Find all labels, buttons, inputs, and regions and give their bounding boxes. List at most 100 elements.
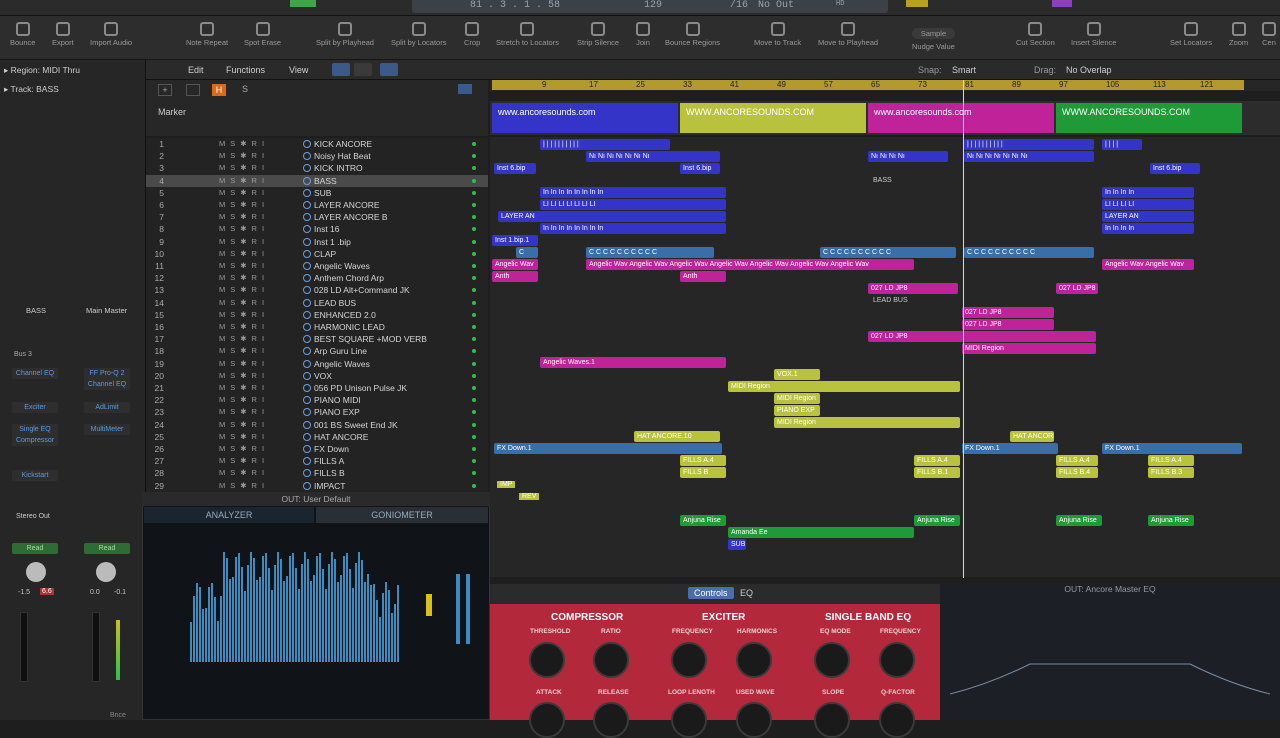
track-controls[interactable]: MS✱RI bbox=[219, 480, 269, 492]
edit-menu[interactable]: Edit bbox=[188, 65, 204, 75]
track-name[interactable]: Inst 16 bbox=[314, 223, 340, 235]
region-impact-row[interactable]: IMP bbox=[494, 479, 1214, 490]
add-track-button[interactable]: + bbox=[158, 84, 172, 96]
track-row[interactable]: 8 MS✱RI Inst 16 bbox=[146, 223, 488, 235]
track-controls[interactable]: MS✱RI bbox=[219, 455, 269, 467]
marker-4[interactable]: WWW.ANCORESOUNDS.COM bbox=[1056, 103, 1242, 133]
track-controls[interactable]: MS✱RI bbox=[219, 150, 269, 162]
stereo-out[interactable]: Stereo Out bbox=[16, 513, 50, 520]
pointer-tool-icon[interactable] bbox=[332, 63, 350, 76]
track-controls[interactable]: MS✱RI bbox=[219, 443, 269, 455]
track-name[interactable]: FILLS B bbox=[314, 467, 345, 479]
track-controls[interactable]: MS✱RI bbox=[219, 419, 269, 431]
track-name[interactable]: VOX bbox=[314, 370, 332, 382]
region-ld-2[interactable]: 027 LD JP8 bbox=[1056, 283, 1098, 294]
region-clap-2[interactable]: C C C C C C C C C C bbox=[820, 247, 956, 258]
track-name[interactable]: Noisy Hat Beat bbox=[314, 150, 371, 162]
track-row[interactable]: 25 MS✱RI HAT ANCORE bbox=[146, 431, 488, 443]
region-header[interactable]: ▸ Region: MIDI Thru bbox=[4, 65, 80, 76]
region-fillsb-4[interactable]: FILLS B.3 bbox=[1148, 467, 1194, 478]
lcd-display[interactable]: 81 . 3 . 1 . 58 129 /16 No Out HD bbox=[412, 0, 888, 13]
region-fills[interactable]: FILLS A.4 bbox=[680, 455, 726, 466]
region-layer[interactable]: LI LI LI LI LI LI LI bbox=[540, 199, 726, 210]
region-bass[interactable]: BASS bbox=[870, 175, 930, 186]
region-sub-2[interactable]: In In In In bbox=[1102, 187, 1194, 198]
play-button[interactable] bbox=[290, 0, 316, 7]
track-controls[interactable]: MS✱RI bbox=[219, 248, 269, 260]
track-name[interactable]: Inst 1 .bip bbox=[314, 236, 351, 248]
track-name[interactable]: 056 PD Unison Pulse JK bbox=[314, 382, 407, 394]
track-row[interactable]: 22 MS✱RI PIANO MIDI bbox=[146, 394, 488, 406]
region-angelic-2[interactable]: Angelic Wav Angelic Wav Angelic Wav Ange… bbox=[586, 259, 914, 270]
track-name[interactable]: 028 LD Alt+Command JK bbox=[314, 284, 410, 296]
crop-button[interactable]: Crop bbox=[464, 22, 480, 47]
region-inst16-2[interactable]: In In In In bbox=[1102, 223, 1194, 234]
strip-silence-button[interactable]: Strip Silence bbox=[577, 22, 619, 47]
track-controls[interactable]: MS✱RI bbox=[219, 162, 269, 174]
track-row[interactable]: 3 MS✱RI KICK INTRO bbox=[146, 162, 488, 174]
region-anjuna[interactable]: Anjuna Rise bbox=[680, 515, 726, 526]
marker-2[interactable]: WWW.ANCORESOUNDS.COM bbox=[680, 103, 866, 133]
region-fillsb[interactable]: FILLS B bbox=[680, 467, 726, 478]
track-controls[interactable]: MS✱RI bbox=[219, 260, 269, 272]
track-controls[interactable]: MS✱RI bbox=[219, 406, 269, 418]
track-row[interactable]: 26 MS✱RI FX Down bbox=[146, 443, 488, 455]
track-row[interactable]: 12 MS✱RI Anthem Chord Arp bbox=[146, 272, 488, 284]
region-hat-3[interactable]: Nı Nı Nı Nı Nı Nı Nı bbox=[964, 151, 1094, 162]
solo-header-button[interactable]: S bbox=[242, 84, 248, 94]
plugin-channel-eq[interactable]: Channel EQ bbox=[12, 368, 58, 379]
region-kick-2[interactable]: | | | | | | | | | | bbox=[964, 139, 1094, 150]
center-button[interactable]: Cen bbox=[1262, 22, 1276, 47]
track-name[interactable]: Arp Guru Line bbox=[314, 345, 367, 357]
bounce-label[interactable]: Bnce bbox=[110, 712, 126, 719]
region-anthem-2[interactable]: Anth bbox=[680, 271, 726, 282]
stretch-locators-button[interactable]: Stretch to Locators bbox=[496, 22, 559, 47]
join-button[interactable]: Join bbox=[636, 22, 650, 47]
track-row[interactable]: 29 MS✱RI IMPACT bbox=[146, 480, 488, 492]
track-name[interactable]: KICK ANCORE bbox=[314, 138, 372, 150]
release-knob[interactable] bbox=[593, 702, 629, 738]
bus-send[interactable]: Bus 3 bbox=[14, 351, 32, 358]
purple-indicator[interactable] bbox=[1052, 0, 1072, 7]
region-sub-small[interactable]: SUB bbox=[728, 539, 746, 550]
track-controls[interactable]: MS✱RI bbox=[219, 431, 269, 443]
track-row[interactable]: 14 MS✱RI LEAD BUS bbox=[146, 297, 488, 309]
region-inst6-2[interactable]: Inst 6.bip bbox=[680, 163, 720, 174]
tab-analyzer[interactable]: ANALYZER bbox=[144, 507, 314, 523]
zoom-button[interactable]: Zoom bbox=[1229, 22, 1248, 47]
region-ld-3[interactable]: 027 LD JP8 bbox=[962, 307, 1054, 318]
move-to-playhead-button[interactable]: Move to Playhead bbox=[818, 22, 878, 47]
track-row[interactable]: 20 MS✱RI VOX bbox=[146, 370, 488, 382]
region-fills-2[interactable]: FILLS A.4 bbox=[914, 455, 960, 466]
cut-section-button[interactable]: Cut Section bbox=[1016, 22, 1055, 47]
track-row[interactable]: 11 MS✱RI Angelic Waves bbox=[146, 260, 488, 272]
region-hat-2[interactable]: Nı Nı Nı Nı bbox=[868, 151, 948, 162]
volume-fader-1[interactable] bbox=[20, 612, 28, 682]
track-row[interactable]: 13 MS✱RI 028 LD Alt+Command JK bbox=[146, 284, 488, 296]
track-name[interactable]: LAYER ANCORE bbox=[314, 199, 380, 211]
track-controls[interactable]: MS✱RI bbox=[219, 370, 269, 382]
track-name[interactable]: LEAD BUS bbox=[314, 297, 356, 309]
track-name[interactable]: CLAP bbox=[314, 248, 336, 260]
track-row[interactable]: 19 MS✱RI Angelic Waves bbox=[146, 358, 488, 370]
track-row[interactable]: 2 MS✱RI Noisy Hat Beat bbox=[146, 150, 488, 162]
track-name[interactable]: ENHANCED 2.0 bbox=[314, 309, 376, 321]
plugin-multimeter[interactable]: MultiMeter bbox=[84, 424, 130, 435]
region-fillsb-3[interactable]: FILLS B.4 bbox=[1056, 467, 1098, 478]
attack-knob[interactable] bbox=[529, 702, 565, 738]
region-leadbus[interactable]: LEAD BUS bbox=[870, 295, 930, 306]
region-clap-a[interactable]: C bbox=[516, 247, 538, 258]
track-row[interactable]: 28 MS✱RI FILLS B bbox=[146, 467, 488, 479]
region-vox[interactable]: VOX.1 bbox=[774, 369, 820, 380]
track-row[interactable]: 21 MS✱RI 056 PD Unison Pulse JK bbox=[146, 382, 488, 394]
region-layerb[interactable]: LAYER AN bbox=[498, 211, 726, 222]
track-controls[interactable]: MS✱RI bbox=[219, 187, 269, 199]
region-midi-yellow-3[interactable]: MIDI Region bbox=[774, 417, 960, 428]
automation-read-1[interactable]: Read bbox=[12, 543, 58, 554]
track-row[interactable]: 24 MS✱RI 001 BS Sweet End JK bbox=[146, 419, 488, 431]
hide-button[interactable]: H bbox=[212, 84, 226, 96]
insert-silence-button[interactable]: Insert Silence bbox=[1071, 22, 1116, 47]
plugin-ffpro[interactable]: FF Pro-Q 2 Channel EQ bbox=[84, 368, 130, 390]
bounce-button[interactable]: Bounce bbox=[10, 22, 35, 47]
track-controls[interactable]: MS✱RI bbox=[219, 175, 269, 187]
